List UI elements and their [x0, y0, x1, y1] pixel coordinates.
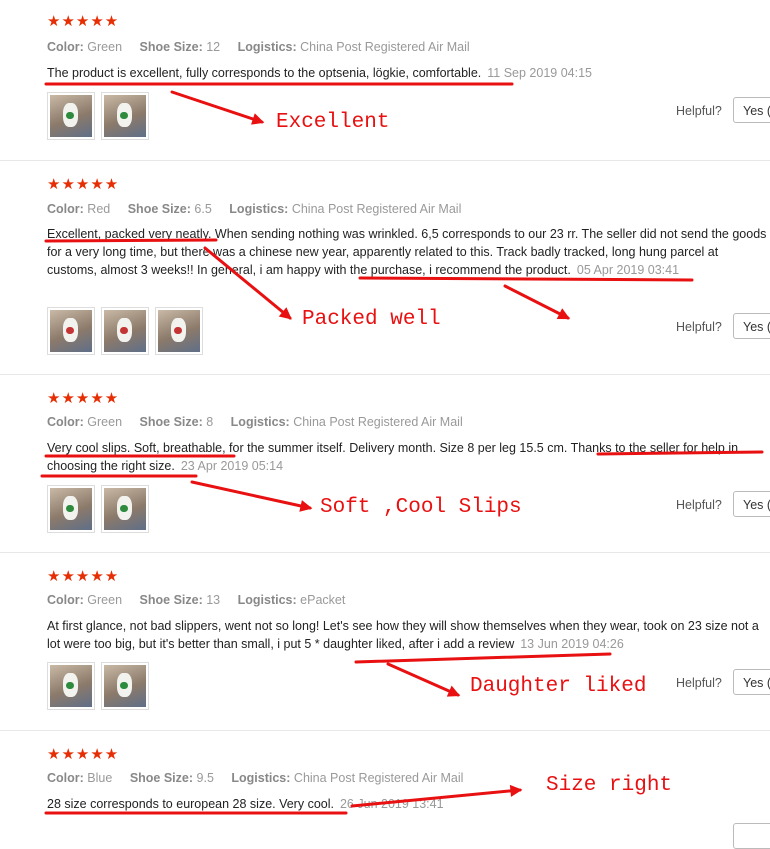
review-date: 26 Jun 2019 13:41: [339, 797, 444, 811]
review-card: ★★★★★ Color: Green Shoe Size: 13 Logisti…: [0, 552, 770, 731]
review-card: ★★★★★ Color: Green Shoe Size: 8 Logistic…: [0, 374, 770, 553]
color-value: Green: [87, 593, 123, 607]
review-date: 23 Apr 2019 05:14: [180, 459, 284, 473]
annotation-label: Soft ,Cool Slips: [320, 496, 522, 519]
helpful-label: Helpful?: [676, 676, 722, 690]
review-photos: [47, 485, 149, 533]
review-photo[interactable]: [101, 662, 149, 710]
star-rating: ★★★★★: [47, 746, 120, 763]
helpful-label: Helpful?: [676, 320, 722, 334]
review-text: The product is excellent, fully correspo…: [47, 66, 592, 80]
review-photos: [47, 307, 203, 355]
review-meta: Color: Green Shoe Size: 8 Logistics: Chi…: [47, 415, 463, 429]
star-rating: ★★★★★: [47, 390, 120, 407]
review-text: Excellent, packed very neatly. When send…: [47, 227, 767, 277]
annotation-label: Packed well: [302, 308, 441, 331]
review-photo[interactable]: [101, 307, 149, 355]
review-meta: Color: Blue Shoe Size: 9.5 Logistics: Ch…: [47, 771, 464, 785]
review-date: 05 Apr 2019 03:41: [576, 263, 680, 277]
review-meta: Color: Red Shoe Size: 6.5 Logistics: Chi…: [47, 202, 462, 216]
star-rating: ★★★★★: [47, 568, 120, 585]
color-value: Green: [87, 415, 123, 429]
helpful-yes-button[interactable]: Yes (: [733, 669, 770, 695]
logistics-value: China Post Registered Air Mail: [293, 771, 464, 785]
review-card: ★★★★★ Color: Green Shoe Size: 12 Logisti…: [0, 0, 770, 160]
review-meta: Color: Green Shoe Size: 12 Logistics: Ch…: [47, 40, 470, 54]
review-photos: [47, 662, 149, 710]
review-photos: [47, 92, 149, 140]
review-photo[interactable]: [47, 662, 95, 710]
logistics-value: ePacket: [300, 593, 346, 607]
review-date: 11 Sep 2019 04:15: [487, 66, 592, 80]
review-meta: Color: Green Shoe Size: 13 Logistics: eP…: [47, 593, 346, 607]
annotation-label: Daughter liked: [470, 675, 647, 698]
helpful-yes-button[interactable]: [733, 823, 770, 849]
review-photo[interactable]: [47, 92, 95, 140]
star-rating: ★★★★★: [47, 176, 120, 193]
shoe-size-value: 13: [206, 593, 221, 607]
review-photo[interactable]: [155, 307, 203, 355]
shoe-size-value: 9.5: [196, 771, 214, 785]
helpful-label: Helpful?: [676, 104, 722, 118]
helpful-yes-button[interactable]: Yes (: [733, 313, 770, 339]
annotation-label: Size right: [546, 774, 673, 797]
review-photo[interactable]: [47, 307, 95, 355]
review-text: Very cool slips. Soft, breathable, for t…: [47, 441, 739, 473]
shoe-size-value: 6.5: [194, 202, 212, 216]
color-value: Blue: [87, 771, 113, 785]
review-photo[interactable]: [101, 485, 149, 533]
shoe-size-value: 8: [206, 415, 214, 429]
review-text: 28 size corresponds to european 28 size.…: [47, 797, 444, 811]
review-photo[interactable]: [47, 485, 95, 533]
helpful-yes-button[interactable]: Yes (: [733, 97, 770, 123]
helpful-label: Helpful?: [676, 498, 722, 512]
review-text: At first glance, not bad slippers, went …: [47, 619, 759, 651]
review-date: 13 Jun 2019 04:26: [520, 637, 624, 651]
annotation-label: Excellent: [276, 111, 390, 134]
star-rating: ★★★★★: [47, 13, 120, 30]
review-card: ★★★★★ Color: Red Shoe Size: 6.5 Logistic…: [0, 160, 770, 375]
color-value: Green: [87, 40, 123, 54]
logistics-value: China Post Registered Air Mail: [300, 40, 470, 54]
color-value: Red: [87, 202, 111, 216]
logistics-value: China Post Registered Air Mail: [293, 415, 463, 429]
shoe-size-value: 12: [206, 40, 221, 54]
helpful-yes-button[interactable]: Yes (: [733, 491, 770, 517]
logistics-value: China Post Registered Air Mail: [291, 202, 462, 216]
review-photo[interactable]: [101, 92, 149, 140]
